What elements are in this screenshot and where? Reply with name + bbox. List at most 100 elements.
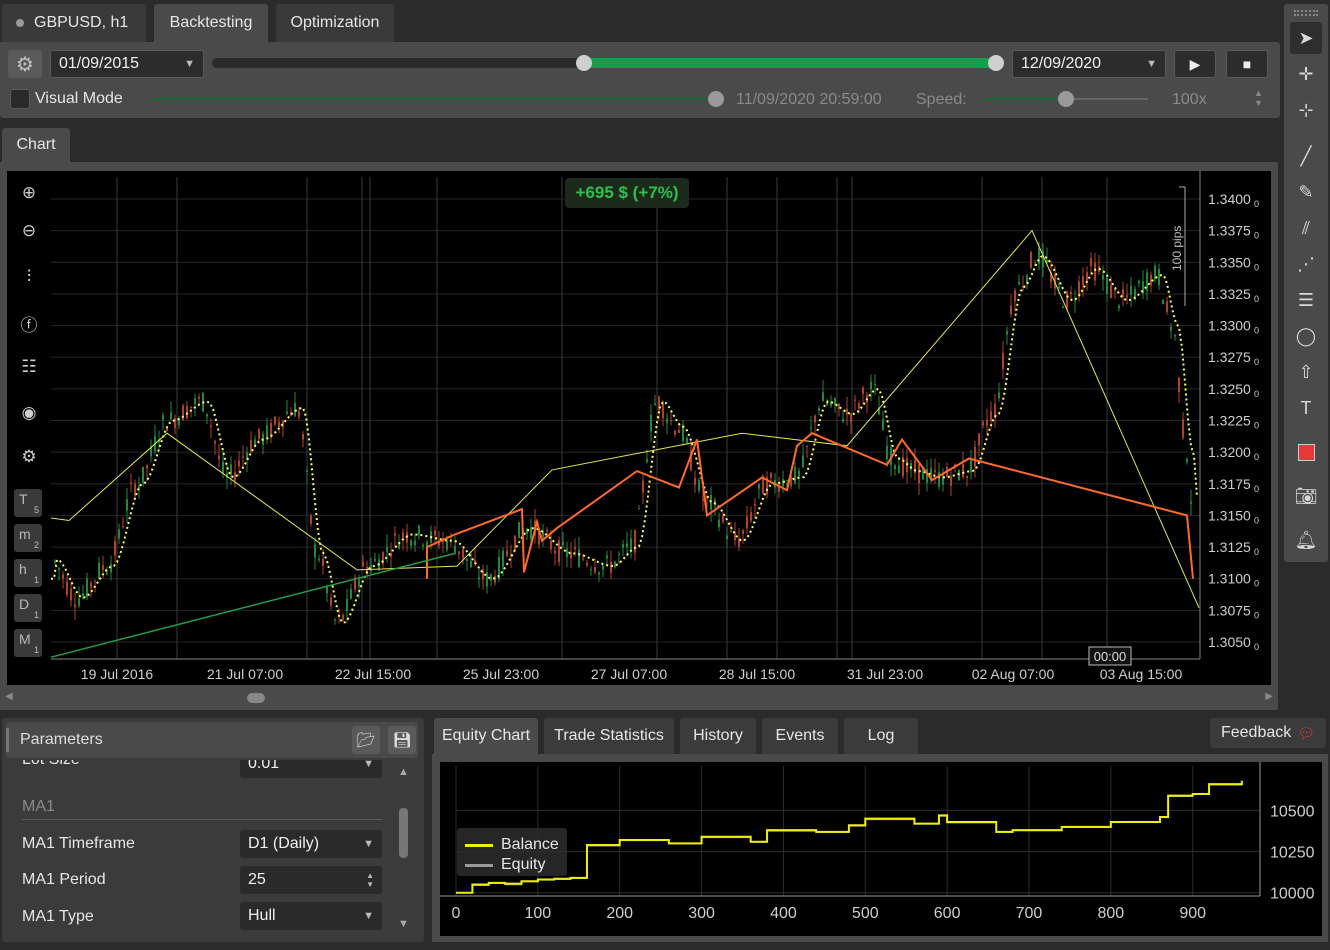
candle-body xyxy=(1030,252,1032,268)
bell-alert-icon[interactable]: 🔔︎ xyxy=(1290,524,1322,556)
pencil-draw-icon[interactable]: ✎ xyxy=(1290,176,1322,208)
ma1-type-value: Hull xyxy=(248,907,276,924)
end-date-value: 12/09/2020 xyxy=(1021,55,1102,72)
candle-body xyxy=(1190,501,1192,504)
tab-symbol[interactable]: GBPUSD, h1 xyxy=(2,4,146,42)
tab-equity-chart[interactable]: Equity Chart xyxy=(434,718,538,754)
timeframe-hour-button[interactable]: h1 xyxy=(14,559,42,587)
tab-events[interactable]: Events xyxy=(762,718,838,754)
tab-history[interactable]: History xyxy=(680,718,756,754)
candle-body xyxy=(822,392,824,402)
date-range-slider[interactable] xyxy=(212,55,1004,71)
save-parameters-button[interactable]: 💾︎ xyxy=(388,726,416,754)
color-picker-icon[interactable] xyxy=(1290,436,1322,468)
arrow-up-shape-icon[interactable]: ⇧ xyxy=(1290,356,1322,388)
range-start-handle[interactable] xyxy=(576,55,593,71)
candle-body xyxy=(602,565,604,570)
stop-button[interactable]: ■ xyxy=(1226,50,1268,78)
tab-log[interactable]: Log xyxy=(844,718,918,754)
param-partial-field[interactable]: 0.01 ▼ xyxy=(240,760,382,778)
parameters-scrollbar[interactable]: ▲ ▼ xyxy=(396,764,412,932)
price-tick-label: 1.3150 xyxy=(1208,507,1251,523)
scroll-right-icon[interactable]: ▶ xyxy=(1265,691,1273,702)
timeframe-month-button[interactable]: M1 xyxy=(14,629,42,657)
crosshair-icon[interactable]: ✛ xyxy=(1290,58,1322,90)
ellipse-icon[interactable]: ◯ xyxy=(1290,320,1322,352)
tab-optimization[interactable]: Optimization xyxy=(276,4,394,42)
speed-slider[interactable] xyxy=(984,91,1148,107)
candle-body xyxy=(990,411,992,421)
tab-label: History xyxy=(693,727,743,744)
settings-gear-button[interactable]: ⚙ xyxy=(8,50,42,78)
timeframe-tick-button[interactable]: T5 xyxy=(14,489,42,517)
trend-line-icon[interactable]: ╱ xyxy=(1290,140,1322,172)
candle-body xyxy=(94,580,96,582)
tab-chart[interactable]: Chart xyxy=(2,128,70,162)
chart-settings-icon[interactable]: ⚙ xyxy=(13,441,45,473)
candle-body xyxy=(170,412,172,419)
speech-bubble-icon: 💬︎ xyxy=(1297,724,1316,741)
candle-body xyxy=(862,387,864,394)
fibonacci-retracement-icon[interactable]: ☰ xyxy=(1290,284,1322,316)
scroll-thumb[interactable] xyxy=(399,808,408,858)
speed-stepper-icon[interactable]: ▲ ▼ xyxy=(1254,88,1263,108)
visual-progress-slider[interactable] xyxy=(152,91,725,107)
speed-handle[interactable] xyxy=(1058,91,1074,107)
camera-icon[interactable]: 📷︎ xyxy=(1290,480,1322,512)
load-parameters-button[interactable]: 📂︎ xyxy=(352,726,380,754)
visual-progress-handle[interactable] xyxy=(708,91,725,107)
status-dot-icon xyxy=(16,19,24,27)
end-date-picker[interactable]: 12/09/2020 ▼ xyxy=(1012,50,1166,78)
chart-horizontal-scrollbar[interactable]: ◀ ▶ xyxy=(5,691,1273,705)
facebook-icon[interactable]: ⓕ xyxy=(13,307,45,339)
timeframe-minute-button[interactable]: m2 xyxy=(14,524,42,552)
start-date-picker[interactable]: 01/09/2015 ▼ xyxy=(50,50,204,78)
timeframe-day-button[interactable]: D1 xyxy=(14,594,42,622)
candle-body xyxy=(998,392,1000,399)
ma1-timeframe-select[interactable]: D1 (Daily) ▼ xyxy=(240,830,382,858)
layers-icon[interactable]: ☷ xyxy=(13,351,45,383)
tab-backtesting[interactable]: Backtesting xyxy=(154,4,268,42)
timeframe-sub: 1 xyxy=(33,645,39,655)
pitchfork-icon[interactable]: ⋰ xyxy=(1290,248,1322,280)
text-tool-icon[interactable]: T xyxy=(1290,392,1322,424)
price-tick-label: 1.3400 xyxy=(1208,191,1251,207)
candle-body xyxy=(1158,269,1160,286)
play-button[interactable]: ▶ xyxy=(1174,50,1216,78)
tab-trade-statistics[interactable]: Trade Statistics xyxy=(544,718,674,754)
fibonacci-fan-icon[interactable]: ⫽ xyxy=(1290,212,1322,244)
candle-body xyxy=(574,547,576,550)
zoom-in-icon[interactable]: ⊕ xyxy=(13,177,45,209)
stepper-arrows-icon[interactable]: ▲ ▼ xyxy=(366,871,374,889)
price-tick-subdigit: 0 xyxy=(1254,262,1259,272)
feedback-button[interactable]: Feedback 💬︎ xyxy=(1210,718,1326,748)
candle-body xyxy=(698,479,700,492)
candle-body xyxy=(558,540,560,563)
toolbar-grip-icon[interactable] xyxy=(1294,10,1318,16)
price-chart[interactable]: 1.3400 0 1.3375 0 1.3350 0 1.3325 0 1.3300 0 1.327… xyxy=(7,171,1271,685)
eye-visibility-icon[interactable]: ◉ xyxy=(13,397,45,429)
candle-body xyxy=(670,420,672,422)
candle-body xyxy=(874,384,876,386)
visual-mode-checkbox[interactable] xyxy=(10,89,30,109)
indicators-icon[interactable]: ⫶ xyxy=(13,261,45,293)
scroll-left-icon[interactable]: ◀ xyxy=(5,691,13,702)
scroll-down-icon[interactable]: ▼ xyxy=(398,918,409,930)
ma1-type-select[interactable]: Hull ▼ xyxy=(240,902,382,930)
pips-label: 100 pips xyxy=(1170,226,1184,271)
candle-body xyxy=(962,464,964,478)
range-end-handle[interactable] xyxy=(988,55,1004,71)
candle-body xyxy=(286,411,288,414)
visual-mode-label: Visual Mode xyxy=(35,90,123,107)
candle-body xyxy=(1066,291,1068,309)
equity-chart[interactable]: 0 100 200 300 400 500 600 700 800 900 10000 10250 10… xyxy=(440,762,1322,936)
cursor-arrow-icon[interactable]: ➤ xyxy=(1290,22,1322,54)
zoom-out-icon[interactable]: ⊖ xyxy=(13,215,45,247)
candle-body xyxy=(642,480,644,493)
ma1-period-stepper[interactable]: 25 ▲ ▼ xyxy=(240,866,382,894)
scroll-up-icon[interactable]: ▲ xyxy=(398,766,409,778)
price-tick-subdigit: 0 xyxy=(1254,421,1259,431)
price-tick-subdigit: 0 xyxy=(1254,547,1259,557)
measure-crosshair-icon[interactable]: ⊹ xyxy=(1290,94,1322,126)
scroll-thumb[interactable] xyxy=(247,693,265,703)
